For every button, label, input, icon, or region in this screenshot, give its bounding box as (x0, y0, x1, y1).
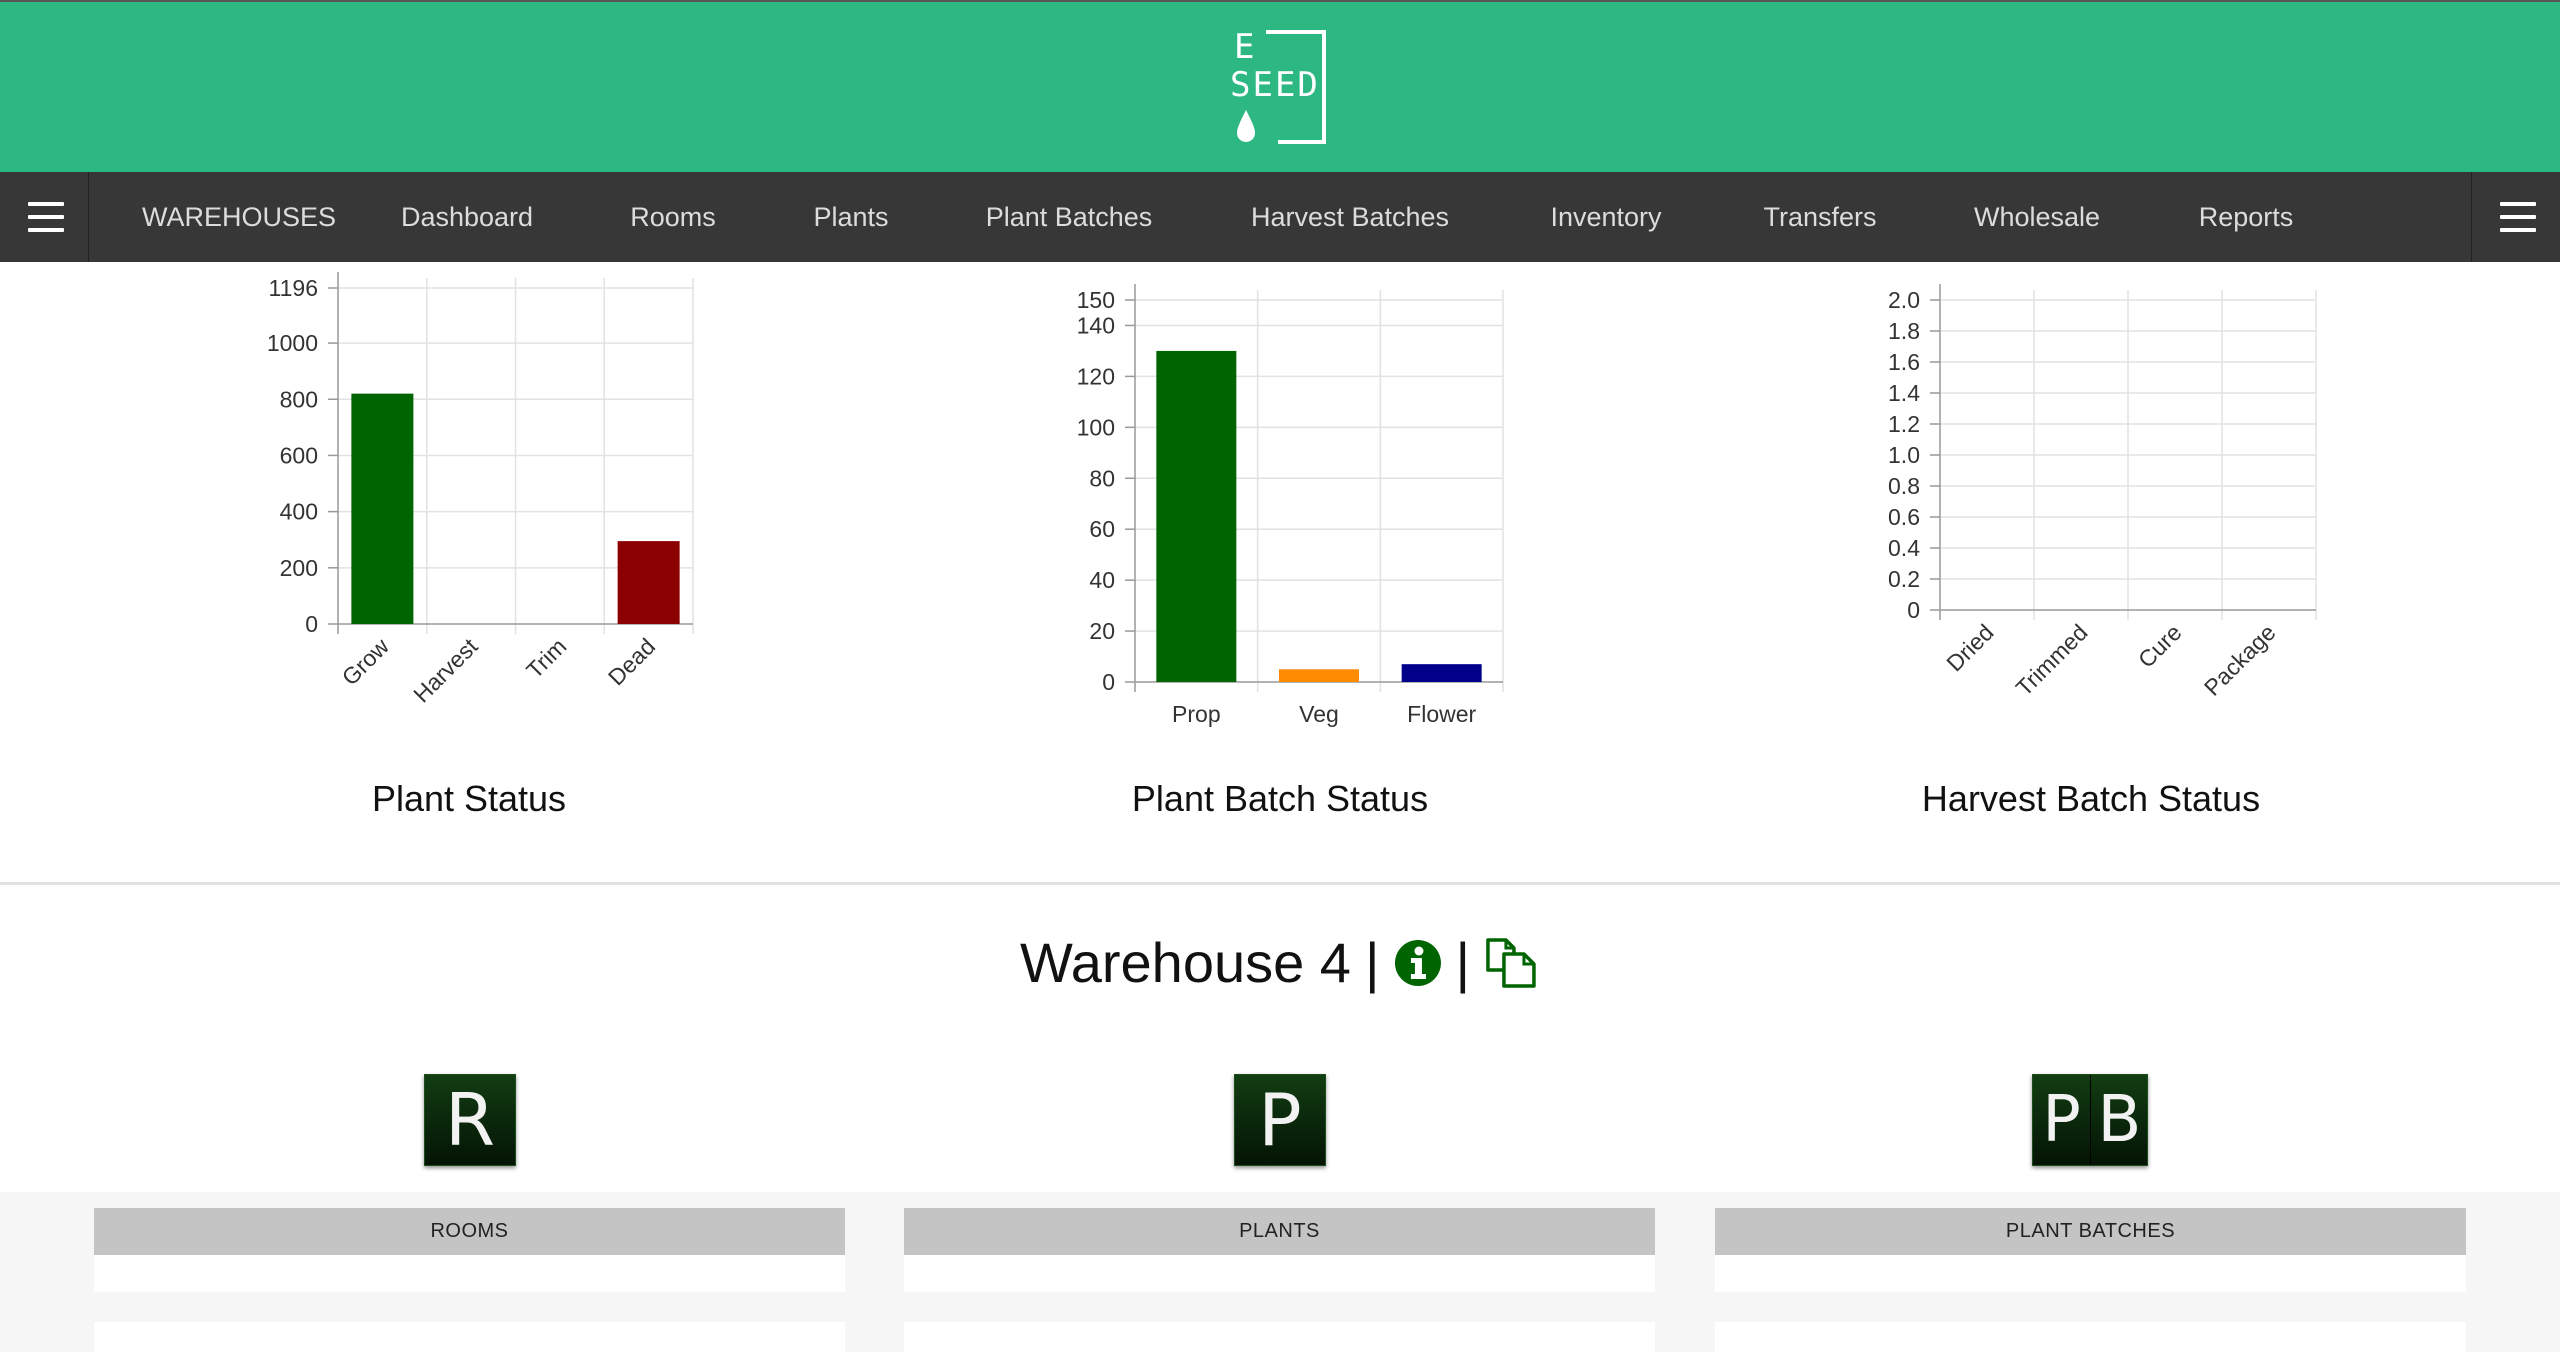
heading-separator: | (1455, 931, 1471, 994)
nav-dashboard[interactable]: Dashboard (401, 172, 533, 262)
rooms-letter: R (444, 1078, 496, 1162)
y-axis-tick-label: 140 (1077, 312, 1115, 338)
heading-separator: | (1364, 931, 1380, 994)
y-axis-tick-label: 20 (1089, 618, 1115, 644)
nav-warehouses[interactable]: WAREHOUSES (142, 172, 336, 262)
y-axis-tick-label: 0 (1907, 597, 1920, 623)
harvest-batch-status-title: Harvest Batch Status (1921, 778, 2261, 819)
y-axis-tick-label: 0 (1102, 669, 1115, 695)
nav-inventory[interactable]: Inventory (1550, 172, 1661, 262)
nav-plant-batches[interactable]: Plant Batches (986, 172, 1153, 262)
info-circle-icon[interactable] (1394, 939, 1442, 987)
rooms-section-header[interactable]: ROOMS (94, 1208, 845, 1255)
plant-batches-section-row (1715, 1322, 2466, 1352)
x-axis-label: Trim (521, 633, 571, 683)
y-axis-tick-label: 0.4 (1888, 535, 1920, 561)
left-menu-button[interactable] (0, 172, 89, 262)
plant-batches-letter-p: P (2042, 1083, 2081, 1157)
y-axis-tick-label: 1.8 (1888, 318, 1920, 344)
y-axis-tick-label: 1196 (269, 275, 318, 301)
main-navbar: WAREHOUSES Dashboard Rooms Plants Plant … (0, 172, 2560, 262)
nav-reports[interactable]: Reports (2199, 172, 2294, 262)
y-axis-tick-label: 600 (280, 442, 318, 468)
rooms-tile-icon[interactable]: R (424, 1074, 516, 1166)
x-axis-label: Veg (1299, 701, 1339, 727)
y-axis-tick-label: 800 (280, 386, 318, 412)
logo-letter-e: E (1234, 27, 1257, 67)
x-axis-label: Flower (1407, 701, 1476, 727)
plant-status-title: Plant Status (371, 778, 567, 819)
plant-batches-section-header[interactable]: PLANT BATCHES (1715, 1208, 2466, 1255)
y-axis-tick-label: 0.8 (1888, 473, 1920, 499)
chart-bar-flower (1401, 664, 1482, 682)
rooms-section-body (94, 1255, 845, 1292)
y-axis-tick-label: 1.6 (1888, 349, 1920, 375)
app-header: E SEED (0, 0, 2560, 172)
logo-word-seed: SEED (1230, 65, 1320, 105)
y-axis-tick-label: 400 (280, 499, 318, 525)
plants-section-body (904, 1255, 1655, 1292)
copy-documents-icon[interactable] (1484, 936, 1540, 990)
x-axis-label: Dried (1941, 619, 1998, 676)
chart-bar-veg (1279, 669, 1359, 682)
plant-batch-status-chart: 0 20 40 60 80 100 120 140150 Prop Veg Flower (1077, 284, 1504, 727)
x-axis-label: Cure (2133, 619, 2187, 673)
plants-section-row (904, 1322, 1655, 1352)
y-axis-tick-label: 200 (280, 555, 318, 581)
y-axis-tick-label: 0.2 (1888, 566, 1920, 592)
plant-status-chart: 0 200 400 600 800 1000 1196 Grow Harvest Trim Dead (267, 272, 694, 708)
plant-batches-tile-icon[interactable]: P B (2032, 1074, 2148, 1166)
nav-transfers[interactable]: Transfers (1763, 172, 1876, 262)
y-axis-tick-label: 1.0 (1888, 442, 1920, 468)
eseed-logo[interactable]: E SEED (1230, 28, 1330, 148)
section-divider (0, 882, 2560, 885)
x-axis-label: Grow (337, 633, 395, 691)
warehouse-heading: Warehouse 4 | | (1020, 930, 1540, 995)
nav-plants[interactable]: Plants (813, 172, 888, 262)
plants-letter: P (1258, 1078, 1302, 1162)
plants-tile-icon[interactable]: P (1234, 1074, 1326, 1166)
chart-bar-grow (351, 393, 414, 624)
nav-harvest-batches[interactable]: Harvest Batches (1251, 172, 1449, 262)
nav-rooms[interactable]: Rooms (630, 172, 716, 262)
seed-drop-icon (1237, 110, 1255, 142)
plant-batch-status-title: Plant Batch Status (1131, 778, 1429, 819)
x-axis-label: Trimmed (2011, 619, 2093, 701)
harvest-batch-status-chart: 0 0.2 0.4 0.6 0.8 1.0 1.2 1.4 1.6 1.8 2.0 Dried Trim… (1888, 284, 2317, 701)
plant-batches-letter-b: B (2097, 1083, 2142, 1157)
x-axis-label: Harvest (408, 633, 483, 708)
y-axis-tick-label: 40 (1089, 567, 1115, 593)
y-axis-tick-label: 100 (1077, 414, 1115, 440)
x-axis-label: Dead (603, 633, 660, 690)
y-axis-tick-label: 80 (1089, 465, 1115, 491)
plant-batches-section-body (1715, 1255, 2466, 1292)
x-axis-label: Prop (1172, 701, 1221, 727)
y-axis-tick-label: 120 (1077, 363, 1115, 389)
y-axis-tick-label: 60 (1089, 516, 1115, 542)
y-axis-tick-label: 2.0 (1888, 287, 1920, 313)
y-axis-tick-label: 1.4 (1888, 380, 1920, 406)
right-menu-button[interactable] (2471, 172, 2560, 262)
y-axis-tick-label: 1000 (267, 330, 318, 356)
x-axis-label: Package (2199, 619, 2281, 701)
y-axis-tick-label: 0.6 (1888, 504, 1920, 530)
nav-wholesale[interactable]: Wholesale (1974, 172, 2100, 262)
chart-bar-prop (1156, 350, 1237, 682)
warehouse-name: Warehouse 4 (1019, 931, 1351, 994)
plants-section-header[interactable]: PLANTS (904, 1208, 1655, 1255)
chart-bar-dead (617, 541, 680, 624)
y-axis-tick-label: 0 (305, 611, 318, 637)
rooms-section-row (94, 1322, 845, 1352)
y-axis-tick-label: 1.2 (1888, 411, 1920, 437)
y-axis-tick-label: 150 (1077, 287, 1115, 313)
